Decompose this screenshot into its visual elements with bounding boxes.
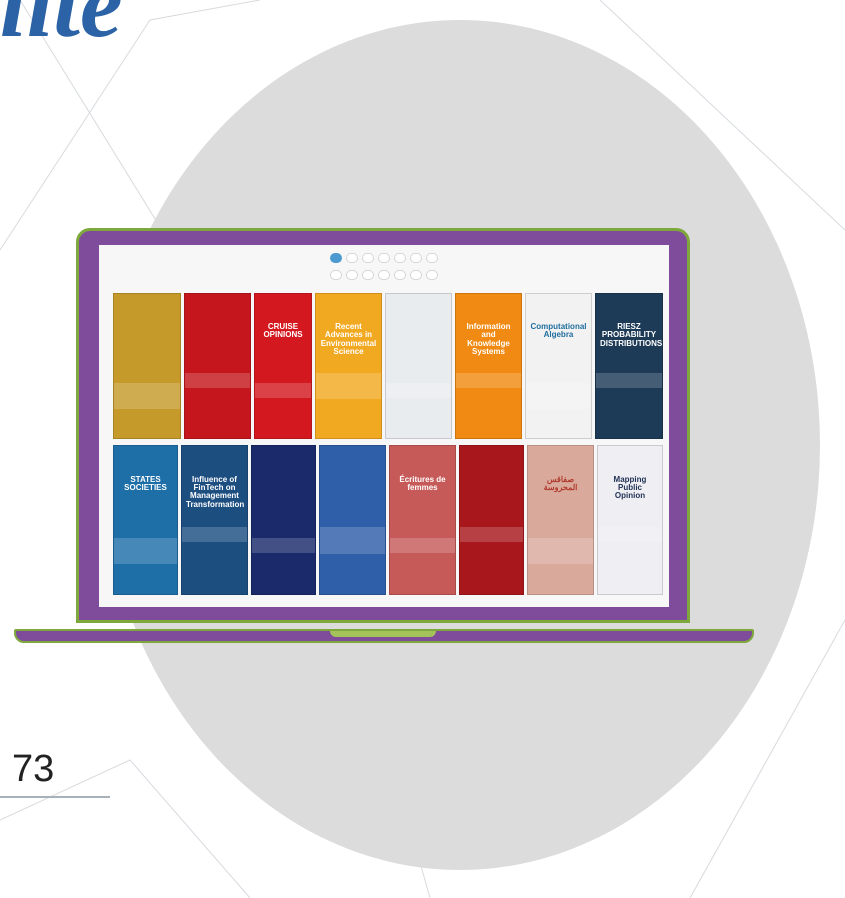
book-cover[interactable] bbox=[385, 293, 452, 439]
book-cover[interactable]: STATES SOCIETIES bbox=[113, 445, 178, 595]
nav-item[interactable] bbox=[378, 253, 390, 263]
book-cover[interactable]: CRUISE OPINIONS bbox=[254, 293, 312, 439]
laptop-notch bbox=[330, 631, 436, 637]
nav-item[interactable] bbox=[394, 270, 406, 280]
nav-item[interactable] bbox=[362, 253, 374, 263]
book-cover[interactable]: Influence of FinTech on Management Trans… bbox=[181, 445, 248, 595]
cover-art-band bbox=[390, 537, 455, 553]
cover-art-band bbox=[316, 373, 381, 400]
book-grid: CRUISE OPINIONS Recent Advances in Enviro… bbox=[113, 293, 663, 604]
page-heading: lite bbox=[0, 0, 123, 57]
cover-art-band bbox=[526, 383, 591, 410]
book-cover[interactable] bbox=[184, 293, 251, 439]
nav-item[interactable] bbox=[330, 253, 342, 263]
book-title: صفاقس المحروسة bbox=[543, 474, 578, 492]
book-title: Information and Knowledge Systems bbox=[466, 321, 511, 356]
page-number: 73 bbox=[12, 748, 55, 790]
cover-art-band bbox=[320, 527, 385, 555]
page-number-rule bbox=[0, 796, 110, 798]
nav-item[interactable] bbox=[426, 253, 438, 263]
book-cover[interactable]: صفاقس المحروسة bbox=[527, 445, 594, 595]
book-cover[interactable]: Mapping Public Opinion bbox=[597, 445, 663, 595]
nav-item[interactable] bbox=[330, 270, 342, 280]
cover-art-band bbox=[255, 383, 311, 398]
book-title: CRUISE OPINIONS bbox=[263, 321, 303, 340]
book-cover[interactable]: Recent Advances in Environmental Science bbox=[315, 293, 382, 439]
cover-art-band bbox=[598, 527, 662, 543]
laptop-screen: CRUISE OPINIONS Recent Advances in Enviro… bbox=[99, 245, 669, 607]
cover-art-band bbox=[386, 383, 451, 398]
cover-art-band bbox=[456, 373, 521, 388]
nav-item[interactable] bbox=[362, 270, 374, 280]
nav-item[interactable] bbox=[410, 253, 422, 263]
nav-item[interactable] bbox=[410, 270, 422, 280]
nav-item[interactable] bbox=[346, 253, 358, 263]
nav-item[interactable] bbox=[378, 270, 390, 280]
site-nav-secondary bbox=[99, 270, 669, 284]
book-cover[interactable] bbox=[319, 445, 386, 595]
nav-item[interactable] bbox=[394, 253, 406, 263]
book-cover[interactable] bbox=[251, 445, 316, 595]
book-title: Influence of FinTech on Management Trans… bbox=[186, 474, 245, 509]
cover-art-band bbox=[182, 527, 247, 543]
nav-item[interactable] bbox=[426, 270, 438, 280]
cover-art-band bbox=[528, 537, 593, 565]
book-title: Recent Advances in Environmental Science bbox=[320, 321, 377, 356]
cover-art-band bbox=[460, 527, 523, 543]
book-title: RIESZ PROBABILITY DISTRIBUTIONS bbox=[600, 321, 663, 348]
cover-art-band bbox=[114, 537, 177, 565]
book-title: Computational Algebra bbox=[530, 321, 587, 340]
book-cover[interactable]: Écritures de femmes bbox=[389, 445, 456, 595]
book-cover[interactable] bbox=[459, 445, 524, 595]
cover-art-band bbox=[596, 373, 662, 388]
book-title: STATES SOCIETIES bbox=[124, 474, 167, 492]
book-cover[interactable]: Computational Algebra bbox=[525, 293, 592, 439]
book-cover[interactable] bbox=[113, 293, 181, 439]
book-cover[interactable]: RIESZ PROBABILITY DISTRIBUTIONS bbox=[595, 293, 663, 439]
nav-item[interactable] bbox=[346, 270, 358, 280]
book-title: Écritures de femmes bbox=[399, 474, 446, 492]
cover-art-band bbox=[252, 537, 315, 553]
book-cover[interactable]: Information and Knowledge Systems bbox=[455, 293, 522, 439]
cover-art-band bbox=[185, 373, 250, 388]
site-nav-primary bbox=[99, 253, 669, 267]
book-title: Mapping Public Opinion bbox=[613, 474, 647, 501]
cover-art-band bbox=[114, 383, 180, 410]
